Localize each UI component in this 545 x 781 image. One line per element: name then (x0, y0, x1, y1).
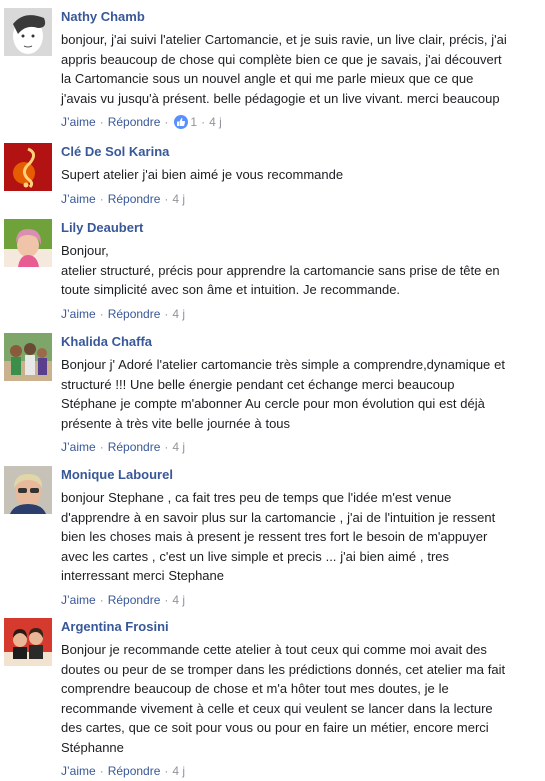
comment-text: bonjour Stephane , ca fait tres peu de t… (61, 490, 496, 583)
like-link[interactable]: J’aime (61, 115, 96, 129)
timestamp[interactable]: 4 j (172, 764, 185, 778)
avatar[interactable] (4, 143, 52, 191)
avatar[interactable] (4, 333, 52, 381)
separator-dot: · (164, 592, 169, 607)
timestamp[interactable]: 4 j (172, 307, 185, 321)
timestamp[interactable]: 4 j (209, 115, 222, 129)
separator-dot: · (164, 764, 169, 778)
comment-author[interactable]: Nathy Chamb (61, 8, 539, 25)
comment-author[interactable]: Clé De Sol Karina (61, 143, 539, 160)
comment-actions: J’aime · Répondre · 4 j (61, 439, 539, 455)
like-link[interactable]: J’aime (61, 307, 96, 321)
comment-text: bonjour, j'ai suivi l'atelier Cartomanci… (61, 32, 507, 106)
comment-author[interactable]: Lily Deaubert (61, 219, 539, 236)
separator-dot: · (164, 306, 169, 321)
comment-text: Bonjour je recommande cette atelier à to… (61, 642, 506, 755)
comment-actions: J’aime · Répondre · 4 j (61, 306, 539, 322)
like-link[interactable]: J’aime (61, 593, 96, 607)
avatar[interactable] (4, 8, 52, 56)
comment-text: Bonjour, atelier structuré, précis pour … (61, 243, 500, 297)
comment-author[interactable]: Argentina Frosini (61, 618, 539, 635)
like-link[interactable]: J’aime (61, 440, 96, 454)
timestamp[interactable]: 4 j (172, 192, 185, 206)
thumbs-up-icon[interactable] (174, 115, 189, 129)
reply-link[interactable]: Répondre (108, 764, 161, 778)
reply-link[interactable]: Répondre (108, 440, 161, 454)
separator-dot: · (99, 764, 104, 778)
reaction-count[interactable]: 1 (188, 115, 197, 129)
separator-dot: · (99, 191, 104, 206)
like-link[interactable]: J’aime (61, 764, 96, 778)
separator-dot: · (164, 191, 169, 206)
avatar[interactable] (4, 219, 52, 267)
comment-text: Supert atelier j'ai bien aimé je vous re… (61, 167, 344, 182)
reply-link[interactable]: Répondre (108, 593, 161, 607)
avatar[interactable] (4, 466, 52, 514)
comment-actions: J’aime · Répondre · 4 j (61, 763, 539, 779)
comment-actions: J’aime · Répondre · 4 j (61, 191, 539, 207)
reply-link[interactable]: Répondre (108, 115, 161, 129)
comment-author[interactable]: Monique Labourel (61, 466, 539, 483)
separator-dot: · (99, 592, 104, 607)
reply-link[interactable]: Répondre (108, 192, 161, 206)
avatar[interactable] (4, 618, 52, 666)
timestamp[interactable]: 4 j (172, 440, 185, 454)
separator-dot: · (201, 115, 206, 129)
separator-dot: · (164, 115, 169, 129)
separator-dot: · (164, 440, 169, 454)
comment-actions: J’aime · Répondre · 4 j (61, 592, 539, 608)
timestamp[interactable]: 4 j (172, 593, 185, 607)
comment-author[interactable]: Khalida Chaffa (61, 333, 539, 350)
comment-text: Bonjour j' Adoré l'atelier cartomancie t… (61, 357, 505, 431)
comment-actions: J’aime · Répondre · 1 · 4 j (61, 114, 539, 130)
like-link[interactable]: J’aime (61, 192, 96, 206)
separator-dot: · (99, 306, 104, 321)
separator-dot: · (99, 115, 104, 129)
reply-link[interactable]: Répondre (108, 307, 161, 321)
separator-dot: · (99, 440, 104, 454)
